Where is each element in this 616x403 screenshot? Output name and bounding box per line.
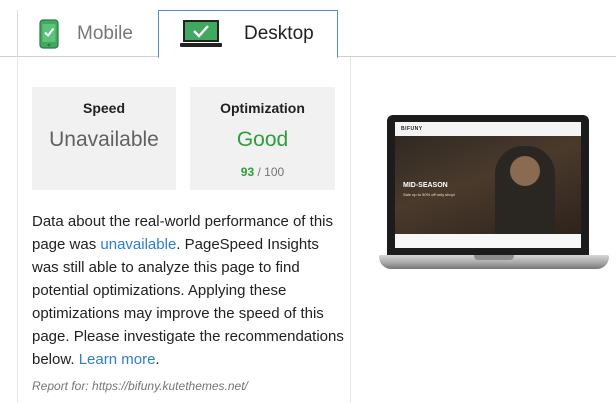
tab-desktop[interactable]: Desktop xyxy=(158,10,338,58)
description-text: Data about the real-world performance of… xyxy=(32,210,344,371)
learn-more-link[interactable]: Learn more xyxy=(79,351,156,368)
device-tabs: Mobile Desktop xyxy=(0,0,616,58)
optimization-title: Optimization xyxy=(220,100,305,116)
laptop-notch xyxy=(474,255,514,260)
desktop-monitor-icon xyxy=(180,19,222,49)
optimization-card: Optimization Good 93 / 100 xyxy=(190,87,335,190)
pagespeed-report: Mobile Desktop Speed Unavailable Optimiz… xyxy=(0,0,616,403)
mobile-phone-icon xyxy=(39,18,59,49)
preview-footer xyxy=(395,234,581,248)
report-url: Report for: https://bifuny.kutethemes.ne… xyxy=(32,379,248,393)
preview-header: BIFUNY xyxy=(395,122,581,136)
preview-model-image xyxy=(495,146,555,246)
description-part3: . xyxy=(155,351,160,368)
summary-column: Speed Unavailable Optimization Good 93 /… xyxy=(17,57,351,403)
speed-card: Speed Unavailable xyxy=(32,87,176,190)
tab-desktop-label: Desktop xyxy=(244,23,314,44)
tab-mobile-label: Mobile xyxy=(77,22,133,44)
speed-title: Speed xyxy=(82,100,125,116)
unavailable-link[interactable]: unavailable xyxy=(100,236,176,253)
desktop-screenshot-preview: BIFUNY MID-SEASON Sale up to 50% off onl… xyxy=(379,115,609,285)
optimization-score: 93 / 100 xyxy=(190,165,335,179)
laptop-screen-frame: BIFUNY MID-SEASON Sale up to 50% off onl… xyxy=(387,115,589,255)
preview-hero-subtitle: Sale up to 50% off only shop! xyxy=(403,192,455,197)
preview-hero-title: MID-SEASON xyxy=(403,182,448,189)
score-suffix: / 100 xyxy=(254,165,285,179)
description-part2: . PageSpeed Insights was still able to a… xyxy=(32,236,344,368)
score-number: 93 xyxy=(240,165,255,179)
tab-mobile[interactable]: Mobile xyxy=(17,10,158,57)
optimization-value: Good xyxy=(236,128,289,151)
speed-value: Unavailable xyxy=(49,128,159,151)
laptop-screen: BIFUNY MID-SEASON Sale up to 50% off onl… xyxy=(395,122,581,248)
preview-brand: BIFUNY xyxy=(401,126,423,132)
